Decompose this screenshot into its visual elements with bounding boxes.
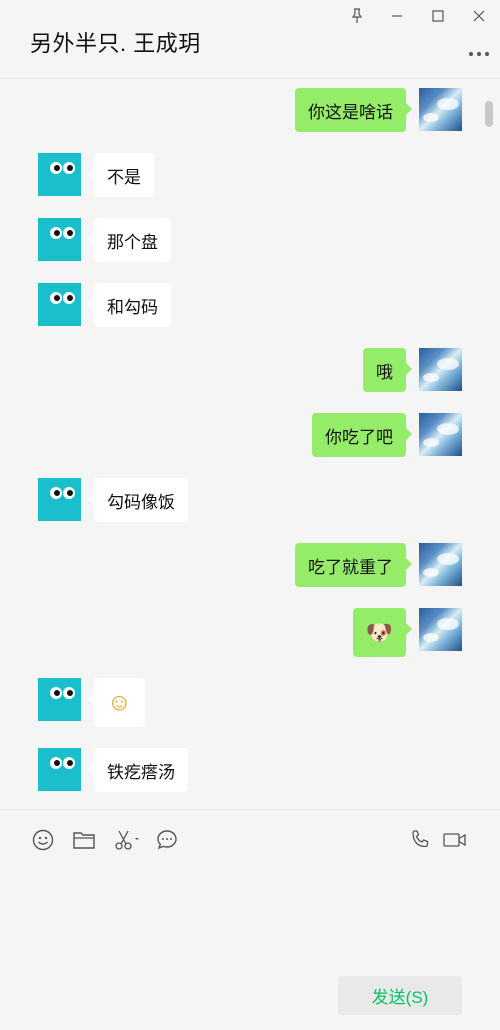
contact-avatar[interactable]	[38, 478, 81, 521]
maximize-icon[interactable]	[427, 6, 449, 26]
contact-message-bubble[interactable]: 那个盘	[88, 218, 171, 262]
chat-title: 另外半只. 王成玥	[30, 31, 201, 56]
contact-avatar[interactable]	[38, 678, 81, 721]
my-message-bubble[interactable]: 你这是啥话	[295, 88, 412, 132]
phone-icon[interactable]	[407, 827, 433, 853]
contact-avatar[interactable]	[38, 153, 81, 196]
contact-message-bubble[interactable]: 铁疙瘩汤	[88, 748, 188, 792]
my-avatar[interactable]	[419, 413, 462, 456]
folder-icon[interactable]	[71, 827, 97, 853]
minimize-icon[interactable]	[386, 6, 408, 26]
my-message-bubble[interactable]: 哦	[363, 348, 412, 392]
my-emoji-bubble[interactable]: 🐶	[352, 608, 413, 657]
send-button[interactable]: 发送(S)	[338, 976, 462, 1015]
composer-toolbar	[0, 809, 500, 870]
contact-message-bubble[interactable]: 不是	[88, 153, 154, 197]
contact-emoji-bubble[interactable]: ☺	[88, 678, 145, 727]
title-bar: 另外半只. 王成玥	[0, 0, 500, 79]
my-avatar[interactable]	[419, 543, 462, 586]
emoji-icon[interactable]	[30, 827, 56, 853]
my-message-bubble[interactable]: 你吃了吧	[312, 413, 412, 457]
chat-bubble-icon[interactable]	[154, 827, 180, 853]
chat-window: 另外半只. 王成玥 你这是啥话 不是 那个盘 和勾码 哦 你吃了吧 勾码像饭 吃…	[0, 0, 500, 1030]
close-icon[interactable]	[468, 6, 490, 26]
contact-avatar[interactable]	[38, 748, 81, 791]
my-avatar[interactable]	[419, 608, 462, 651]
my-avatar[interactable]	[419, 348, 462, 391]
message-list[interactable]: 你这是啥话 不是 那个盘 和勾码 哦 你吃了吧 勾码像饭 吃了就重了 🐶 ☺ 铁…	[0, 79, 500, 809]
contact-avatar[interactable]	[38, 218, 81, 261]
video-icon[interactable]	[441, 827, 469, 853]
my-message-bubble[interactable]: 吃了就重了	[295, 543, 412, 587]
contact-message-bubble[interactable]: 勾码像饭	[88, 478, 188, 522]
more-dots-icon[interactable]	[468, 44, 490, 56]
contact-avatar[interactable]	[38, 283, 81, 326]
my-avatar[interactable]	[419, 88, 462, 131]
scissors-icon[interactable]	[112, 827, 142, 853]
scrollbar-thumb[interactable]	[485, 101, 493, 127]
message-input[interactable]	[0, 870, 500, 970]
contact-message-bubble[interactable]: 和勾码	[88, 283, 171, 327]
pin-icon[interactable]	[346, 6, 368, 26]
